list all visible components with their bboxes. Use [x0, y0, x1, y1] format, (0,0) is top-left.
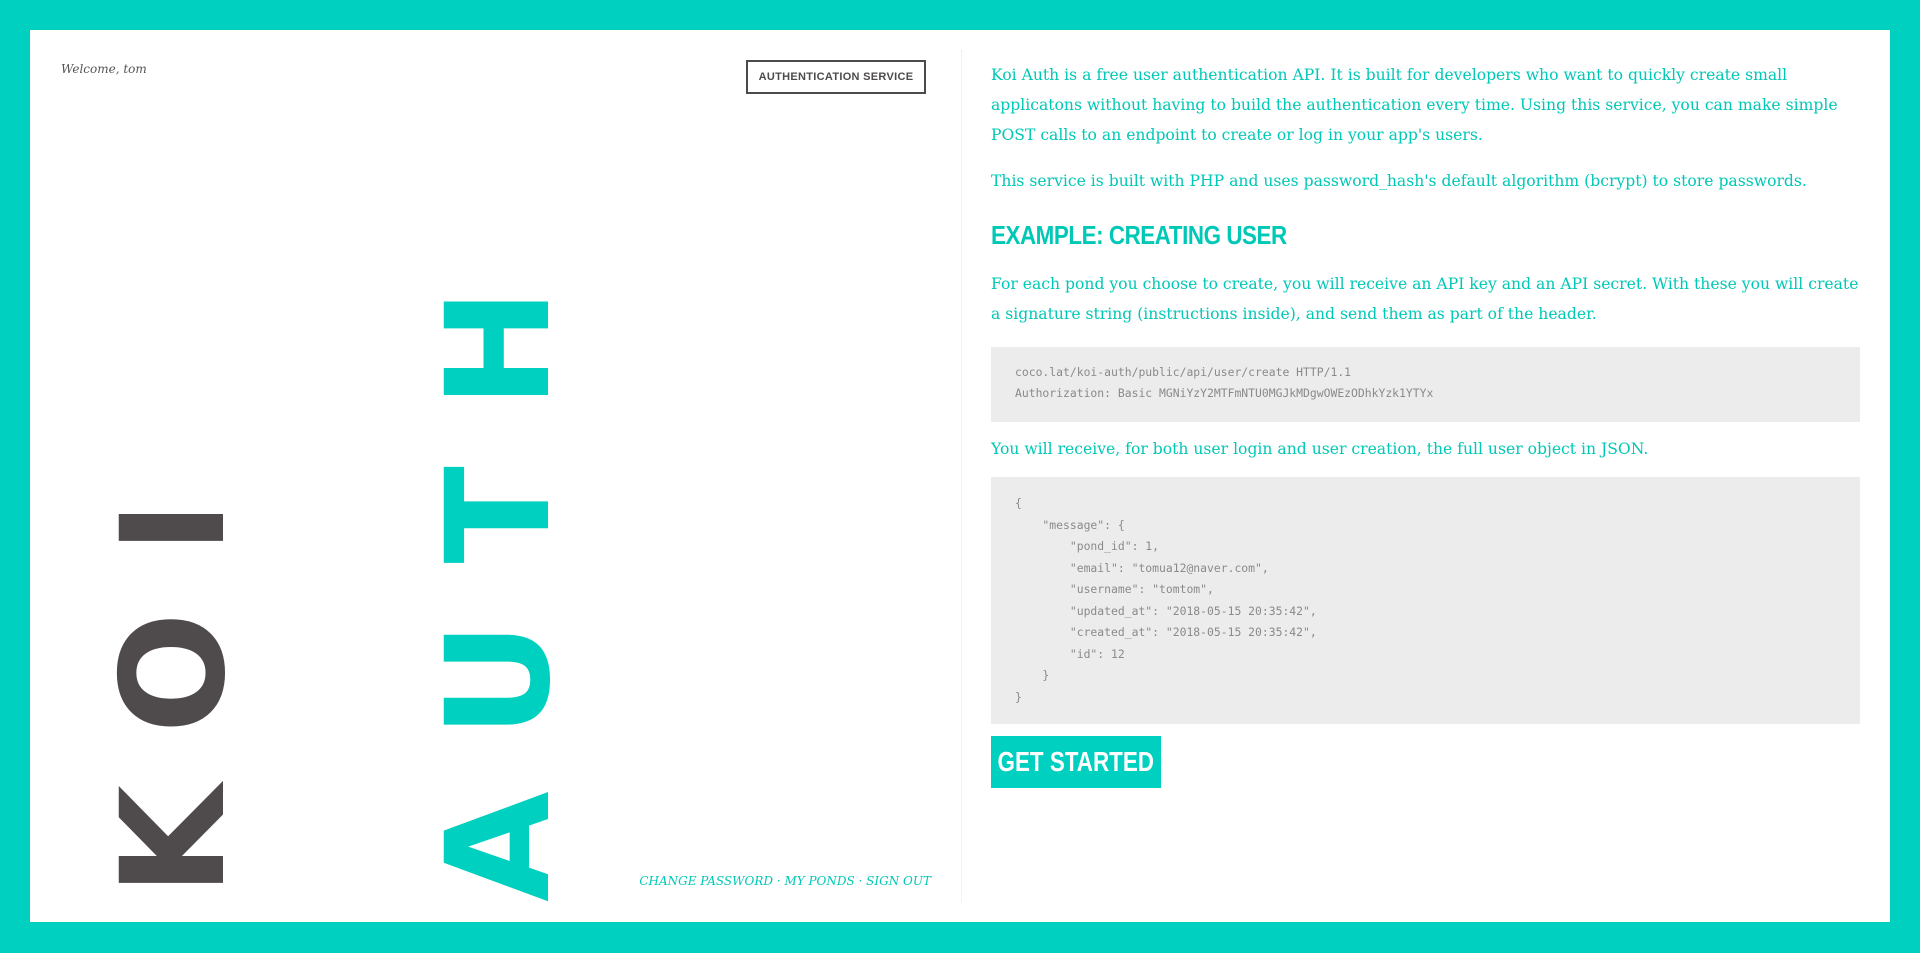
hero-panel: Welcome, tom AUTHENTICATION SERVICE KOI …	[30, 30, 961, 922]
welcome-text: Welcome, tom	[61, 62, 147, 76]
get-started-button[interactable]: GET STARTED	[991, 736, 1161, 788]
php-note-paragraph: This service is built with PHP and uses …	[991, 172, 1807, 190]
hero-word-auth: AUTH	[415, 230, 582, 902]
sign-out-link[interactable]: SIGN OUT	[866, 874, 931, 888]
my-ponds-link[interactable]: MY PONDS	[784, 874, 854, 888]
page-frame: Welcome, tom AUTHENTICATION SERVICE KOI …	[30, 30, 1890, 922]
authentication-service-button[interactable]: AUTHENTICATION SERVICE	[746, 60, 926, 94]
footer-separator: ·	[772, 874, 785, 888]
request-code-block: coco.lat/koi-auth/public/api/user/create…	[991, 347, 1860, 422]
hero-word-koi: KOI	[90, 442, 257, 896]
change-password-link[interactable]: CHANGE PASSWORD	[639, 874, 773, 888]
response-note-paragraph: You will receive, for both user login an…	[991, 440, 1649, 458]
intro-paragraph: Koi Auth is a free user authentication A…	[991, 66, 1838, 144]
footer-separator: ·	[854, 874, 867, 888]
content-panel: Koi Auth is a free user authentication A…	[991, 30, 1860, 922]
pond-instructions-paragraph: For each pond you choose to create, you …	[991, 275, 1859, 323]
example-heading: EXAMPLE: CREATING USER	[991, 220, 1287, 250]
response-code-block: { "message": { "pond_id": 1, "email": "t…	[991, 477, 1860, 724]
get-started-label: GET STARTED	[997, 746, 1155, 777]
panel-divider	[961, 50, 962, 902]
footer-links: CHANGE PASSWORD · MY PONDS · SIGN OUT	[639, 874, 931, 888]
